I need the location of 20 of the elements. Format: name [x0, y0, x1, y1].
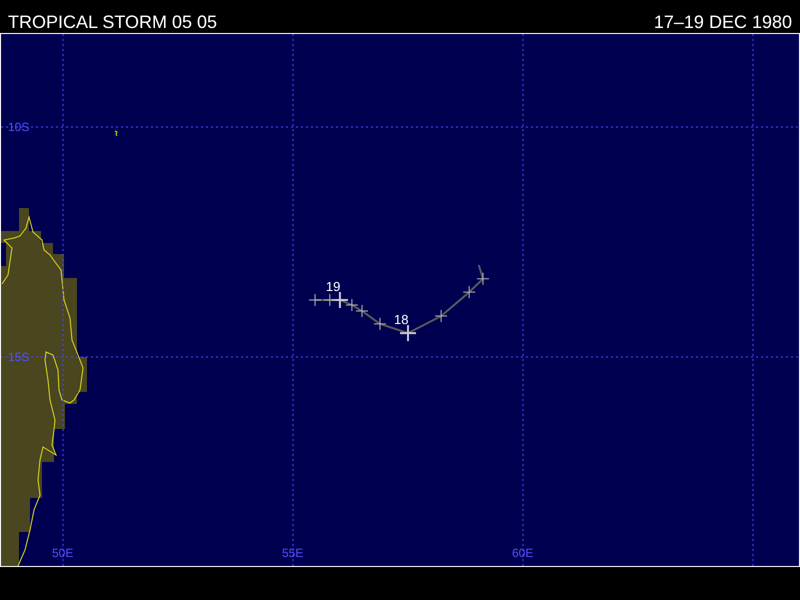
island-drawing: [114, 130, 118, 136]
longitude-label: 60E: [512, 546, 534, 560]
track-point-marker: [323, 293, 336, 306]
storm-title: TROPICAL STORM 05 05: [8, 12, 218, 32]
track-point-marker: [308, 293, 322, 306]
track-point-marker: [345, 298, 358, 312]
latitude-label: 15S: [8, 350, 30, 364]
track-point-marker: [434, 310, 448, 323]
track-point-marker: [330, 290, 349, 309]
track-point-marker: [373, 317, 386, 330]
track-point-marker: [476, 272, 490, 286]
track-point-marker: [462, 286, 476, 299]
track-point-marker: [399, 324, 417, 342]
day-label: 18: [394, 312, 408, 328]
track-point-marker: [356, 304, 368, 318]
longitude-label: 55E: [282, 546, 304, 560]
longitude-label: 50E: [52, 546, 74, 560]
day-label: 19: [326, 278, 340, 294]
latitude-label: 10S: [8, 120, 30, 134]
date-range: 17–19 DEC 1980: [654, 12, 792, 32]
